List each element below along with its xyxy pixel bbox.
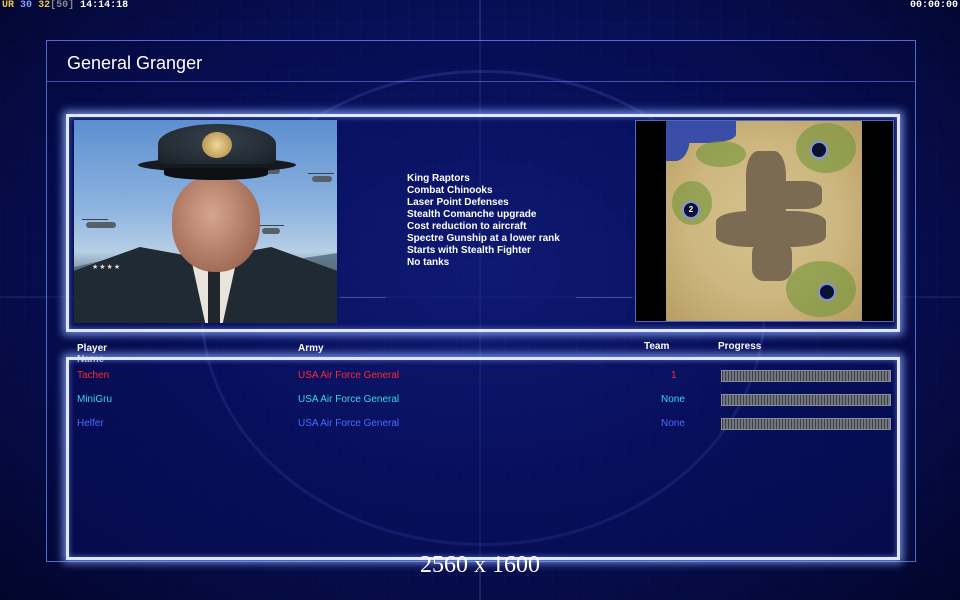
face	[172, 176, 260, 272]
feature-item: Spectre Gunship at a lower rank	[407, 233, 560, 244]
title-bar: General Granger	[47, 41, 915, 82]
column-header-army: Army	[298, 343, 324, 354]
player-army: USA Air Force General	[298, 370, 400, 381]
player-row: Tachen USA Air Force General 1	[69, 366, 897, 386]
tie	[208, 268, 220, 323]
player-progress-bar	[721, 394, 891, 406]
game-timer: 00:00:00	[909, 0, 958, 11]
helicopter-icon	[308, 173, 334, 182]
general-portrait: ★★★★	[74, 120, 337, 323]
player-row: MiniGru USA Air Force General None	[69, 390, 897, 410]
feature-item: Starts with Stealth Fighter	[407, 245, 531, 256]
player-team: None	[661, 394, 685, 405]
top-status-bar: UR 30 32[50] 14:14:18 00:00:00	[0, 0, 960, 14]
map-preview: 2	[635, 120, 894, 322]
clock: 14:14:18	[80, 0, 129, 11]
feature-item: Combat Chinooks	[407, 185, 493, 196]
feature-item: Cost reduction to aircraft	[407, 221, 527, 232]
feature-item: Laser Point Defenses	[407, 197, 509, 208]
helicopter-icon	[258, 225, 284, 234]
column-header-progress: Progress	[718, 341, 762, 352]
ur-value: 30	[20, 0, 33, 11]
rank-stars-icon: ★★★★	[92, 264, 122, 271]
player-list-frame: Tachen USA Air Force General 1 MiniGru U…	[66, 357, 900, 560]
player-progress-bar	[721, 370, 891, 382]
page-title: General Granger	[67, 53, 203, 73]
player-progress-bar	[721, 418, 891, 430]
resolution-caption: 2560 x 1600	[420, 552, 540, 578]
map-terrain: 2	[666, 121, 862, 321]
start-position-marker[interactable]	[818, 283, 836, 301]
start-position-marker[interactable]	[810, 141, 828, 159]
eagle-badge-icon	[202, 132, 232, 158]
general-info-frame: ★★★★ King Raptors Combat Chinooks Laser …	[66, 114, 900, 332]
officer-cap	[138, 124, 296, 186]
map-vegetation	[696, 141, 746, 167]
feature-item: No tanks	[407, 257, 450, 268]
map-water	[666, 121, 690, 161]
player-row: Helfer USA Air Force General None	[69, 414, 897, 434]
ur-label: UR	[2, 0, 15, 11]
player-army: USA Air Force General	[298, 394, 400, 405]
start-position-marker-2[interactable]: 2	[682, 201, 700, 219]
feature-item: King Raptors	[407, 173, 470, 184]
map-canyon	[752, 241, 792, 281]
player-name: Helfer	[77, 418, 104, 429]
column-header-team: Team	[644, 341, 670, 352]
player-name: Tachen	[77, 370, 110, 381]
player-army: USA Air Force General	[298, 418, 400, 429]
map-canyon	[766, 181, 822, 209]
performance-readout: UR 30 32[50] 14:14:18	[2, 0, 128, 12]
player-name: MiniGru	[77, 394, 113, 405]
feature-item: Stealth Comanche upgrade	[407, 209, 537, 220]
general-features-list: King Raptors Combat Chinooks Laser Point…	[407, 173, 560, 269]
frame-value: 32	[38, 0, 51, 11]
helicopter-icon	[82, 219, 116, 228]
frame-cap: [50]	[50, 0, 75, 11]
player-team: 1	[671, 370, 677, 381]
player-team: None	[661, 418, 685, 429]
